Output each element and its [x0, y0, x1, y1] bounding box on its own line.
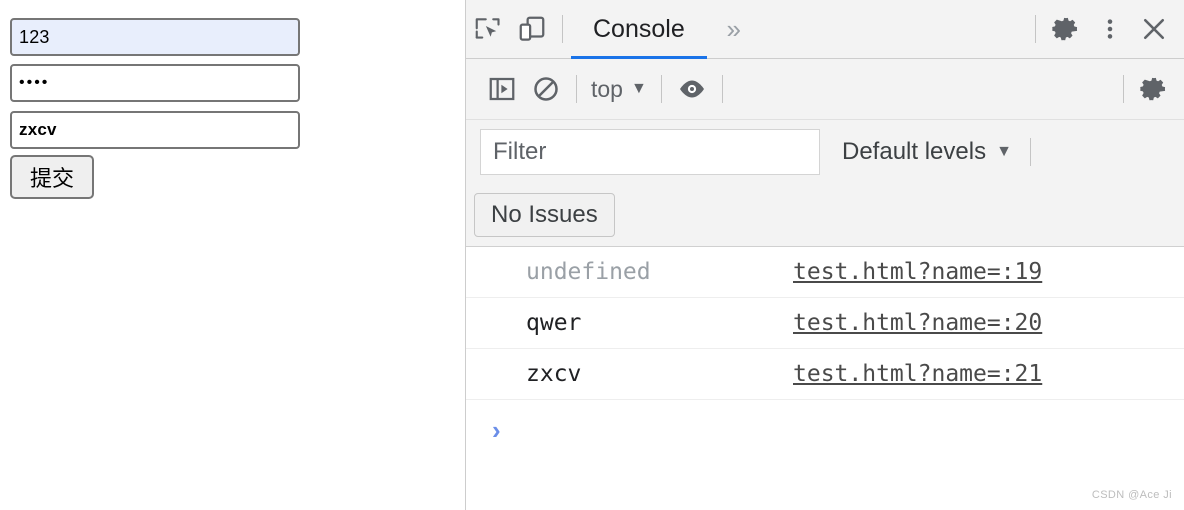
other-text-input-value: zxcv — [19, 120, 57, 139]
execution-context-label: top — [591, 75, 623, 102]
chevron-down-icon: ▼ — [630, 80, 647, 97]
console-toolbar-right — [1115, 67, 1184, 111]
submit-button[interactable]: 提交 — [10, 155, 94, 199]
log-levels-label: Default levels — [842, 138, 987, 165]
table-row[interactable]: undefined test.html?name=:19 — [466, 247, 1184, 298]
gear-icon[interactable] — [1044, 7, 1088, 51]
tab-console[interactable]: Console — [571, 0, 707, 59]
log-message: qwer — [526, 310, 582, 336]
watermark: CSDN @Ace Ji — [1091, 489, 1172, 501]
name-input[interactable]: 123 — [10, 18, 300, 56]
console-toolbar-divider-3 — [721, 75, 723, 103]
log-levels-select[interactable]: Default levels ▼ — [842, 138, 1012, 166]
console-sidebar-icon[interactable] — [480, 67, 524, 111]
password-input[interactable]: •••• — [10, 64, 300, 102]
screenshot-root: 123 •••• zxcv 提交 Console » top ▼ Filter … — [0, 0, 1184, 510]
devtools-tabbar: Console » — [466, 0, 1184, 59]
filter-input-placeholder: Filter — [493, 138, 547, 165]
console-prompt[interactable]: › — [466, 400, 1184, 460]
tab-console-label: Console — [593, 14, 685, 43]
log-source-link[interactable]: test.html?name=:21 — [793, 361, 1042, 387]
issues-bar: No Issues — [466, 184, 1184, 247]
log-message: undefined — [526, 259, 651, 285]
no-issues-label: No Issues — [491, 201, 598, 228]
log-message: zxcv — [526, 361, 582, 387]
devtools-panel: Console » top ▼ Filter Default levels ▼ … — [465, 0, 1184, 510]
tabbar-divider — [562, 15, 563, 43]
device-toolbar-icon[interactable] — [510, 7, 554, 51]
other-text-input[interactable]: zxcv — [10, 111, 300, 149]
table-row[interactable]: qwer test.html?name=:20 — [466, 298, 1184, 349]
log-source-link[interactable]: test.html?name=:20 — [793, 310, 1042, 336]
prompt-caret-icon: › — [492, 415, 501, 445]
clear-console-icon[interactable] — [524, 67, 568, 111]
tabbar-right-actions — [1027, 7, 1184, 51]
chevron-down-icon: ▼ — [996, 143, 1012, 160]
eye-icon[interactable] — [670, 67, 714, 111]
close-icon[interactable] — [1132, 7, 1176, 51]
console-filter-bar: Filter Default levels ▼ — [466, 120, 1184, 184]
name-input-value: 123 — [19, 26, 50, 47]
inspect-element-icon[interactable] — [466, 7, 510, 51]
console-toolbar-divider-4 — [1123, 75, 1124, 103]
more-tabs-label: » — [726, 14, 741, 44]
console-toolbar-divider-1 — [576, 75, 577, 103]
console-toolbar: top ▼ — [466, 59, 1184, 120]
filter-bar-divider — [1029, 138, 1031, 166]
filter-input[interactable]: Filter — [480, 129, 820, 175]
table-row[interactable]: zxcv test.html?name=:21 — [466, 349, 1184, 400]
execution-context-select[interactable]: top ▼ — [585, 76, 653, 103]
tabbar-right-divider — [1035, 15, 1036, 43]
log-source-link[interactable]: test.html?name=:19 — [793, 259, 1042, 285]
tab-console-active-indicator — [571, 55, 707, 59]
submit-button-label: 提交 — [29, 166, 74, 191]
console-toolbar-divider-2 — [660, 75, 662, 103]
kebab-menu-icon[interactable] — [1088, 7, 1132, 51]
web-page-pane: 123 •••• zxcv 提交 — [0, 0, 465, 510]
no-issues-button[interactable]: No Issues — [474, 193, 615, 237]
more-tabs-icon[interactable]: » — [707, 7, 761, 51]
console-settings-gear-icon[interactable] — [1132, 67, 1176, 111]
password-input-value: •••• — [19, 74, 50, 91]
console-log-list: undefined test.html?name=:19 qwer test.h… — [466, 247, 1184, 460]
